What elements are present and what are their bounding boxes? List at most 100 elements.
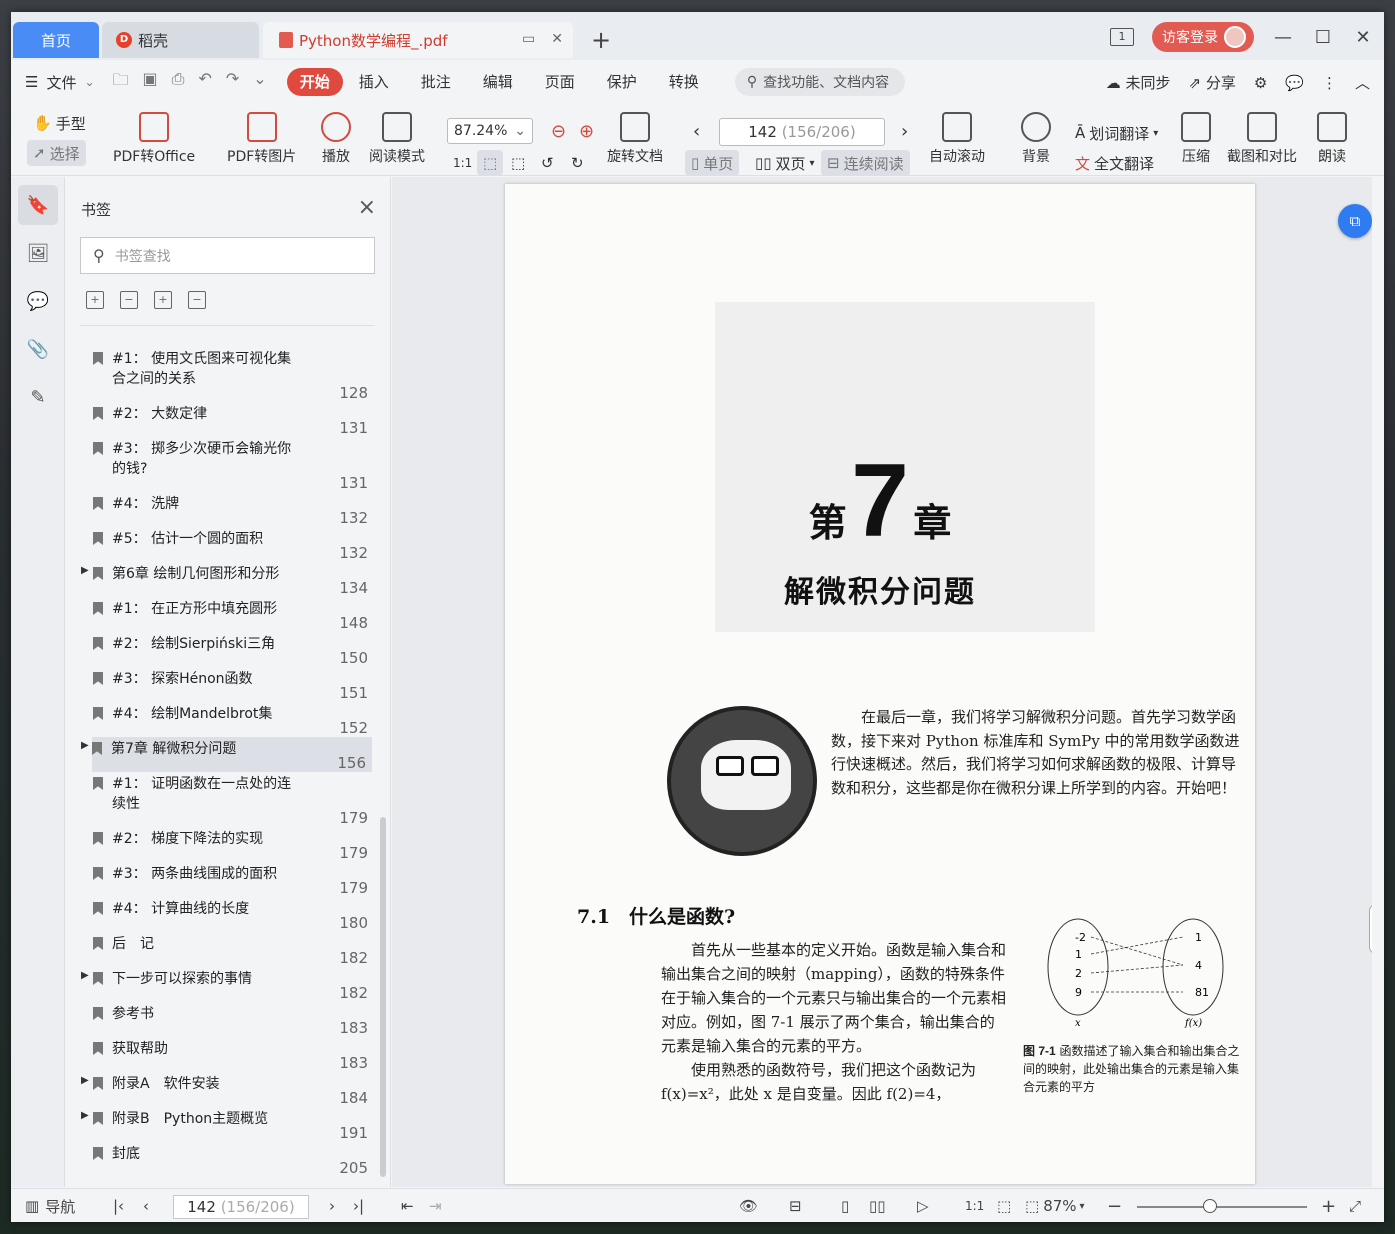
- zoom-select[interactable]: 87.24% ⌄: [447, 118, 533, 144]
- play-icon[interactable]: ▷: [917, 1189, 929, 1223]
- remove-bookmark-icon[interactable]: −: [188, 291, 206, 309]
- next-page-icon[interactable]: ›: [329, 1189, 335, 1223]
- redo-icon[interactable]: ↷: [226, 69, 239, 96]
- hand-tool-button[interactable]: ✋ 手型: [27, 110, 92, 136]
- share-button[interactable]: ⇗ 分享: [1188, 72, 1235, 93]
- bookmark-item[interactable]: ▶ 附录A 软件安装 184: [66, 1072, 376, 1107]
- eye-protect-icon[interactable]: 👁: [739, 1189, 758, 1223]
- collapse-all-icon[interactable]: −: [120, 291, 138, 309]
- page-count-icon[interactable]: 1: [1110, 28, 1134, 46]
- expand-arrow-icon[interactable]: ▶: [81, 1075, 89, 1086]
- page-number-input[interactable]: 142 (156/206): [719, 118, 885, 146]
- maximize-icon[interactable]: ☐: [1312, 27, 1334, 48]
- collapse-ribbon-icon[interactable]: ︿: [1355, 72, 1370, 93]
- bookmark-item[interactable]: 获取帮助 183: [66, 1037, 376, 1072]
- open-folder-icon[interactable]: 🗀: [113, 69, 129, 96]
- continuous-view-icon[interactable]: ⊟: [789, 1189, 802, 1223]
- bookmark-item[interactable]: #5： 估计一个圆的面积 132: [66, 527, 376, 562]
- bookmark-item[interactable]: #1： 证明函数在一点处的连续性 179: [66, 772, 376, 827]
- tab-docer[interactable]: D 稻壳: [102, 22, 259, 58]
- last-page-icon[interactable]: ›|: [353, 1189, 364, 1223]
- tab-page[interactable]: 页面: [529, 68, 591, 96]
- tab-pin-icon[interactable]: ▭: [522, 31, 535, 47]
- background-button[interactable]: 背景: [1021, 112, 1051, 166]
- actual-size-icon[interactable]: 1:1: [447, 150, 478, 176]
- comment-panel-icon[interactable]: 💬: [18, 281, 58, 321]
- close-icon[interactable]: ×: [358, 195, 376, 220]
- expand-arrow-icon[interactable]: ▶: [81, 970, 89, 981]
- bookmark-item[interactable]: 参考书 183: [66, 1002, 376, 1037]
- more-vertical-icon[interactable]: ⋮: [1322, 74, 1337, 92]
- close-window-icon[interactable]: ✕: [1352, 27, 1374, 48]
- bookmark-item[interactable]: #2： 梯度下降法的实现 179: [66, 827, 376, 862]
- expand-arrow-icon[interactable]: ▶: [81, 565, 89, 576]
- expand-all-icon[interactable]: +: [86, 291, 104, 309]
- attachment-icon[interactable]: 📎: [18, 329, 58, 369]
- bookmark-item[interactable]: ▶ 下一步可以探索的事情 182: [66, 967, 376, 1002]
- back-icon[interactable]: ⇤: [401, 1189, 414, 1223]
- tab-protect[interactable]: 保护: [591, 68, 653, 96]
- prev-page-icon[interactable]: ‹: [143, 1189, 149, 1223]
- document-scrollbar[interactable]: [1369, 904, 1372, 954]
- double-page-button[interactable]: ▯▯ 双页 ▾: [749, 150, 821, 176]
- file-menu[interactable]: 文件: [46, 72, 76, 93]
- expand-arrow-icon[interactable]: ▶: [81, 740, 89, 751]
- bookmark-item[interactable]: #3： 探索Hénon函数 151: [66, 667, 376, 702]
- bookmark-item[interactable]: ▶ 第7章 解微积分问题 156: [81, 737, 372, 772]
- zoom-slider-knob[interactable]: [1203, 1199, 1217, 1213]
- bookmark-item[interactable]: #3： 两条曲线围成的面积 179: [66, 862, 376, 897]
- expand-arrow-icon[interactable]: ▶: [81, 1110, 89, 1121]
- floating-tool-button[interactable]: ⧉: [1338, 204, 1372, 238]
- autoscroll-button[interactable]: 自动滚动: [929, 112, 985, 166]
- hamburger-icon[interactable]: ☰: [25, 73, 38, 91]
- screenshot-compare-button[interactable]: 截图和对比: [1227, 112, 1297, 166]
- print-icon[interactable]: ⎙: [172, 69, 185, 96]
- tab-start[interactable]: 开始: [286, 68, 343, 96]
- more-dropdown-icon[interactable]: ⌄: [253, 69, 266, 96]
- pdf-to-office-button[interactable]: PDF转Office: [113, 112, 195, 166]
- bookmark-item[interactable]: #2： 大数定律 131: [66, 402, 376, 437]
- actual-size-icon[interactable]: 1:1: [965, 1189, 984, 1223]
- fullscreen-icon[interactable]: ⤢: [1349, 1189, 1361, 1223]
- prev-page-icon[interactable]: ‹: [687, 118, 706, 144]
- comment-icon[interactable]: 💬: [1285, 74, 1304, 92]
- fit-width-icon[interactable]: ⬚: [505, 150, 531, 176]
- zoom-out-icon[interactable]: −: [1107, 1189, 1122, 1223]
- function-search-input[interactable]: ⚲ 查找功能、文档内容: [734, 68, 905, 96]
- settings-gear-icon[interactable]: ⚙: [1254, 74, 1267, 92]
- sync-status[interactable]: ☁ 未同步: [1106, 72, 1171, 93]
- tab-close-icon[interactable]: ✕: [551, 31, 563, 47]
- bookmark-item[interactable]: #2： 绘制Sierpiński三角 150: [66, 632, 376, 667]
- minimize-icon[interactable]: —: [1272, 27, 1294, 48]
- tab-edit[interactable]: 编辑: [467, 68, 529, 96]
- add-bookmark-icon[interactable]: +: [154, 291, 172, 309]
- zoom-slider[interactable]: [1137, 1199, 1307, 1213]
- bookmark-item[interactable]: #1： 在正方形中填充圆形 148: [66, 597, 376, 632]
- first-page-icon[interactable]: |‹: [113, 1189, 124, 1223]
- continuous-read-button[interactable]: ⊟ 连续阅读: [821, 150, 910, 176]
- save-icon[interactable]: ▣: [143, 69, 158, 96]
- zoom-in-icon[interactable]: +: [1321, 1189, 1336, 1223]
- panel-scrollbar[interactable]: [380, 817, 386, 1177]
- undo-icon[interactable]: ↶: [198, 69, 211, 96]
- forward-icon[interactable]: ⇥: [429, 1189, 442, 1223]
- zoom-select[interactable]: ⬚ 87% ▾: [1025, 1189, 1085, 1223]
- full-translate-button[interactable]: 文 全文翻译: [1069, 150, 1160, 176]
- compress-button[interactable]: 压缩: [1181, 112, 1211, 166]
- word-translate-button[interactable]: Ā 划词翻译 ▾: [1069, 120, 1164, 146]
- rotate-left-icon[interactable]: ↺: [535, 150, 560, 176]
- signature-icon[interactable]: ✎: [18, 377, 58, 417]
- tab-document[interactable]: Python数学编程_.pdf ▭ ✕: [263, 22, 573, 58]
- bookmark-item[interactable]: #4： 计算曲线的长度 180: [66, 897, 376, 932]
- single-view-icon[interactable]: ▯: [841, 1189, 849, 1223]
- tab-annotate[interactable]: 批注: [405, 68, 467, 96]
- zoom-in-icon[interactable]: ⊕: [573, 118, 600, 144]
- pdf-to-image-button[interactable]: PDF转图片: [227, 112, 296, 166]
- bookmark-item[interactable]: ▶ 第6章 绘制几何图形和分形 134: [66, 562, 376, 597]
- tab-convert[interactable]: 转换: [653, 68, 715, 96]
- read-aloud-button[interactable]: 朗读: [1317, 112, 1347, 166]
- thumbnail-icon[interactable]: 🖼: [18, 233, 58, 273]
- rotate-right-icon[interactable]: ↻: [565, 150, 590, 176]
- single-page-button[interactable]: ▯ 单页: [685, 150, 740, 176]
- next-page-icon[interactable]: ›: [895, 118, 914, 144]
